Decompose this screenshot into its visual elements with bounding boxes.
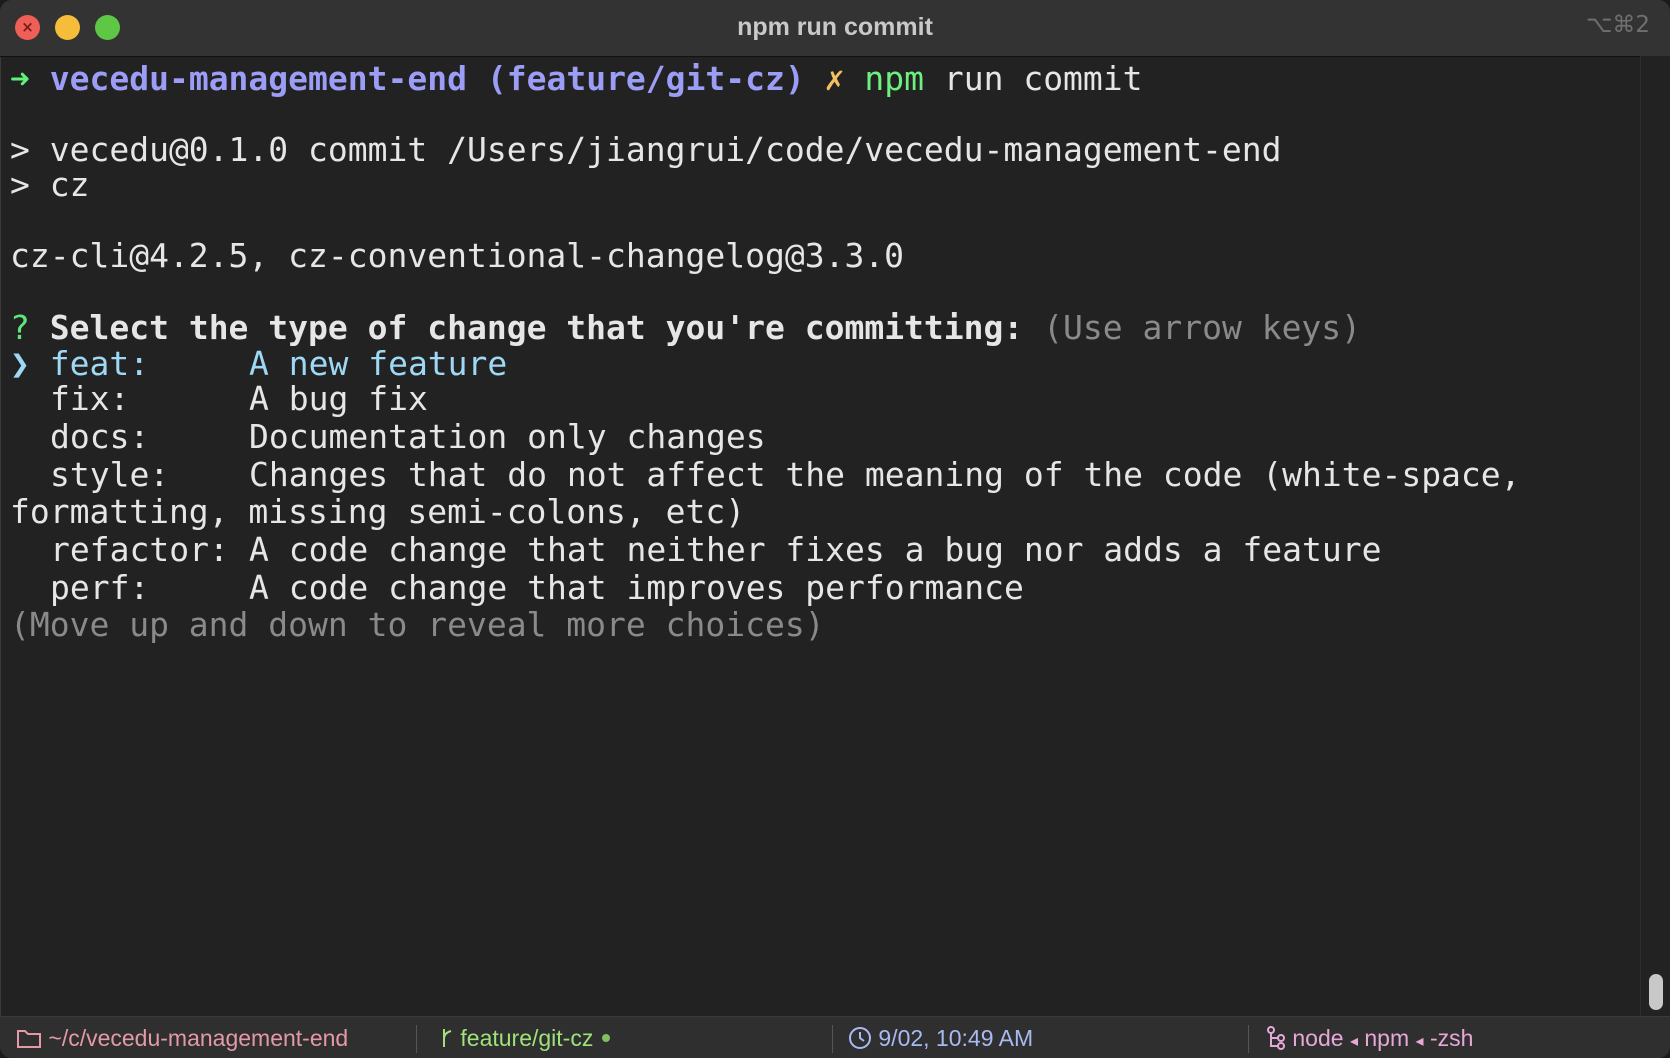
- version-line: cz-cli@4.2.5, cz-conventional-changelog@…: [10, 236, 905, 275]
- prompt-branch: (feature/git-cz): [486, 59, 805, 98]
- status-job-node: node: [1292, 1025, 1344, 1051]
- choice-desc: A bug fix: [249, 379, 428, 418]
- status-job-zsh: -zsh: [1429, 1025, 1474, 1051]
- status-path[interactable]: ~/c/vecedu-management-end: [16, 1017, 348, 1058]
- status-datetime-label: 9/02, 10:49 AM: [878, 1025, 1034, 1051]
- dirty-dot-icon: [601, 1033, 610, 1042]
- script-line: > cz: [10, 165, 90, 204]
- status-jobs[interactable]: node ◂ npm ◂ -zsh: [1266, 1017, 1473, 1058]
- terminal-window: × npm run commit ⌥⌘2 ➜ vecedu-management…: [0, 0, 1670, 1058]
- question-line: ? Select the type of change that you're …: [10, 309, 1361, 347]
- choice-desc-continued: formatting, missing semi-colons, etc): [10, 492, 746, 531]
- prompt-dirty-mark: ✗: [824, 59, 845, 98]
- status-job-separator: ◂: [1415, 1033, 1424, 1050]
- choice-style[interactable]: style:: [50, 456, 169, 494]
- selection-pointer-icon: ❯: [10, 344, 30, 383]
- scrollbar-thumb[interactable]: [1649, 974, 1663, 1010]
- status-job-npm: npm: [1364, 1025, 1410, 1051]
- choice-docs[interactable]: docs:: [50, 418, 149, 456]
- choice-desc: A code change that improves performance: [249, 568, 1024, 607]
- status-bar: ~/c/vecedu-management-end feature/git-cz…: [0, 1016, 1670, 1058]
- terminal-output[interactable]: ➜ vecedu-management-end (feature/git-cz)…: [10, 56, 1640, 1016]
- status-datetime: 9/02, 10:49 AM: [848, 1017, 1033, 1058]
- more-choices-hint: (Move up and down to reveal more choices…: [10, 605, 825, 644]
- title-bar: × npm run commit ⌥⌘2: [0, 0, 1670, 57]
- script-line: > vecedu@0.1.0 commit /Users/jiangrui/co…: [10, 130, 1282, 169]
- choice-desc: A new feature: [249, 344, 508, 383]
- window-title: npm run commit: [737, 13, 933, 41]
- prompt-arrow: ➜: [10, 59, 30, 98]
- vertical-scrollbar[interactable]: [1640, 56, 1670, 1016]
- choice-refactor[interactable]: refactor:: [50, 531, 229, 569]
- window-shortcut: ⌥⌘2: [1585, 12, 1650, 38]
- prompt-directory: vecedu-management-end: [49, 59, 467, 98]
- choice-desc: A code change that neither fixes a bug n…: [249, 530, 1382, 569]
- choice-perf[interactable]: perf:: [50, 569, 149, 607]
- status-path-label: ~/c/vecedu-management-end: [48, 1025, 349, 1051]
- status-divider: [832, 1025, 833, 1053]
- choice-feat[interactable]: ❯ feat:: [10, 345, 149, 383]
- status-job-separator: ◂: [1349, 1033, 1358, 1050]
- question-mark: ?: [10, 308, 30, 347]
- choice-fix[interactable]: fix:: [50, 380, 129, 418]
- git-branch-icon: [443, 1028, 452, 1047]
- status-divider: [1248, 1025, 1249, 1053]
- status-branch[interactable]: feature/git-cz: [440, 1017, 612, 1058]
- prompt-line: ➜ vecedu-management-end (feature/git-cz)…: [10, 60, 1143, 98]
- command-name: npm: [864, 59, 924, 98]
- choice-key: feat:: [49, 344, 150, 383]
- command-args: run commit: [923, 59, 1143, 98]
- status-branch-label: feature/git-cz: [460, 1025, 594, 1051]
- process-tree-icon: [1267, 1025, 1285, 1050]
- question-hint: (Use arrow keys): [1043, 308, 1362, 347]
- choice-desc: Documentation only changes: [249, 417, 766, 456]
- folder-icon: [17, 1029, 41, 1048]
- choice-desc: Changes that do not affect the meaning o…: [249, 455, 1521, 494]
- status-divider: [416, 1025, 417, 1053]
- question-text: Select the type of change that you're co…: [49, 308, 1024, 347]
- clock-icon: [849, 1026, 871, 1049]
